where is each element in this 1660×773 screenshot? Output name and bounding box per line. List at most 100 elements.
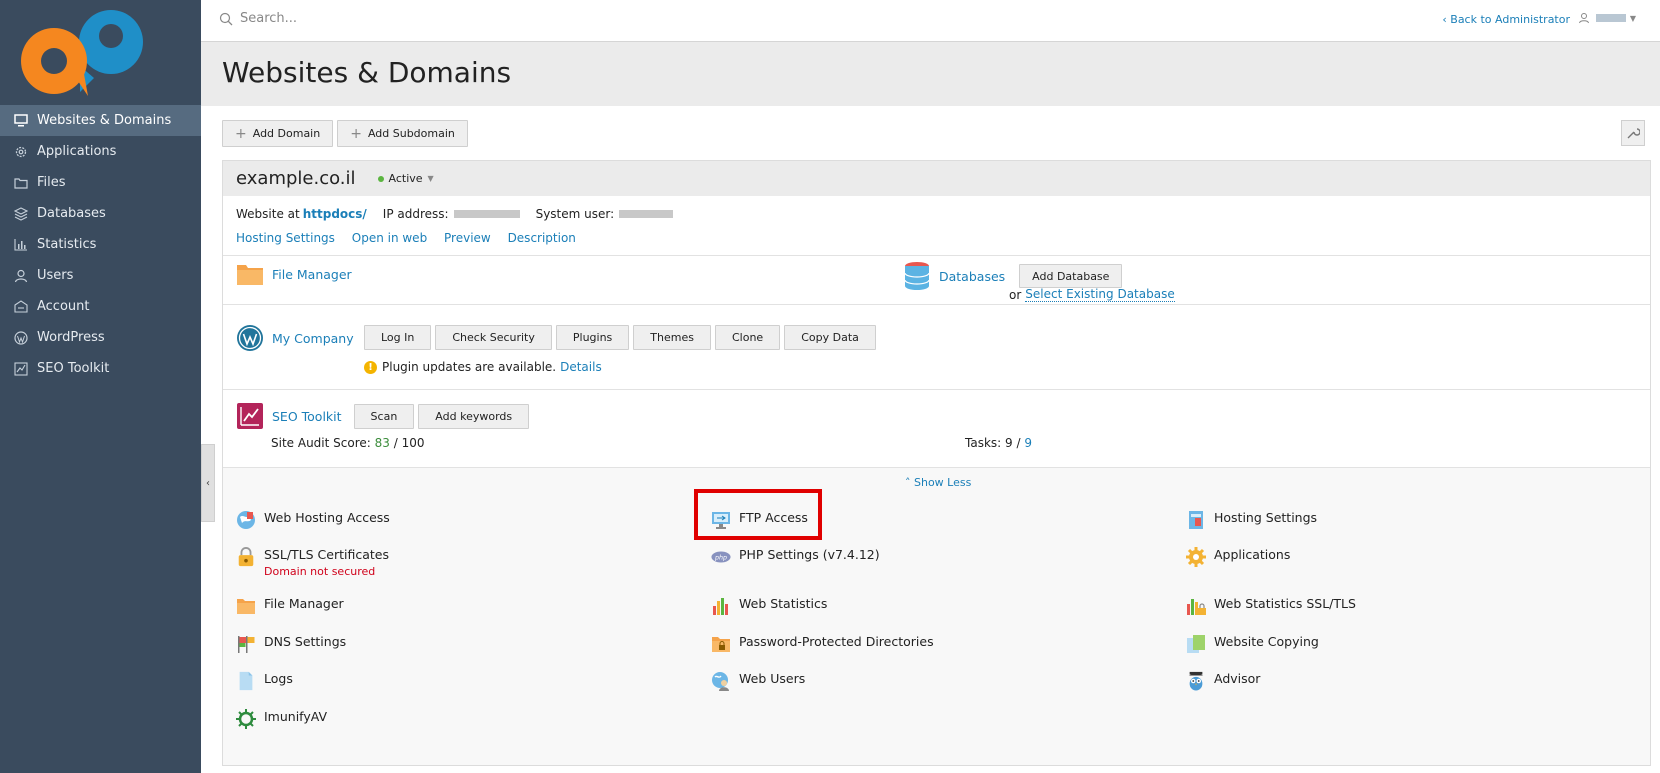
- item-label: ImunifyAV: [264, 709, 328, 724]
- page-title: Websites & Domains: [222, 56, 512, 89]
- top-bar: Search... ‹ Back to Administrator ▼: [201, 0, 1660, 42]
- chevron-left-icon: ‹: [206, 477, 210, 489]
- database-icon: [904, 262, 930, 290]
- sidebar-item-seo-toolkit[interactable]: SEO Toolkit: [0, 353, 201, 384]
- applications-item[interactable]: Applications: [1186, 547, 1290, 567]
- lock-icon: [238, 547, 254, 567]
- ip-address-label: IP address:: [382, 207, 449, 221]
- search-input[interactable]: Search...: [240, 11, 297, 26]
- more-tools-panel: ˄ Show Less Web Hosting Access SSL/TLS C…: [223, 467, 1650, 765]
- wordpress-site-row: My Company: [236, 324, 354, 352]
- wordpress-site-link[interactable]: My Company: [272, 331, 354, 346]
- plus-icon: +: [350, 125, 362, 142]
- site-audit-label: Site Audit Score:: [271, 436, 371, 450]
- web-users-item[interactable]: Web Users: [711, 671, 805, 691]
- folder-icon: [13, 175, 28, 190]
- sidebar-item-label: Users: [37, 268, 74, 283]
- file-manager-tool[interactable]: File Manager: [236, 262, 352, 286]
- description-link[interactable]: Description: [508, 231, 576, 245]
- web-statistics-ssl-item[interactable]: Web Statistics SSL/TLS: [1186, 596, 1356, 616]
- advisor-item[interactable]: Advisor: [1186, 671, 1260, 691]
- wordpress-login-button[interactable]: Log In: [364, 325, 432, 350]
- preview-link[interactable]: Preview: [444, 231, 491, 245]
- add-database-button[interactable]: Add Database: [1019, 264, 1123, 288]
- status-dot-icon: [377, 175, 384, 182]
- seo-toolkit-icon: [237, 403, 263, 429]
- sidebar-item-websites-domains[interactable]: Websites & Domains: [0, 105, 201, 136]
- item-label: PHP Settings (v7.4.12): [739, 547, 880, 562]
- sidebar-item-account[interactable]: Account: [0, 291, 201, 322]
- seo-toolkit-link[interactable]: SEO Toolkit: [272, 409, 342, 424]
- item-label: Web Statistics: [739, 596, 828, 611]
- copy-icon: [1187, 635, 1205, 653]
- highlight-box: [694, 489, 822, 540]
- ssl-item-text: SSL/TLS Certificates Domain not secured: [264, 547, 389, 578]
- back-to-administrator-link[interactable]: ‹ Back to Administrator: [1442, 13, 1570, 26]
- chevron-down-icon: ▼: [427, 174, 434, 183]
- show-less-link[interactable]: ˄ Show Less: [905, 476, 971, 489]
- add-subdomain-button[interactable]: + Add Subdomain: [337, 120, 468, 147]
- settings-button[interactable]: [1621, 120, 1645, 146]
- website-copying-item[interactable]: Website Copying: [1186, 634, 1319, 654]
- web-statistics-item[interactable]: Web Statistics: [711, 596, 827, 616]
- item-label: Hosting Settings: [1214, 510, 1318, 525]
- item-label: Web Statistics SSL/TLS: [1214, 596, 1356, 611]
- search-box[interactable]: Search...: [219, 11, 297, 26]
- sidebar-item-applications[interactable]: Applications: [0, 136, 201, 167]
- web-hosting-access-item[interactable]: Web Hosting Access: [236, 510, 390, 530]
- plugins-button[interactable]: Plugins: [555, 325, 630, 350]
- select-existing-database-link[interactable]: Select Existing Database: [1025, 287, 1175, 302]
- system-user-label: System user:: [535, 207, 615, 221]
- logs-item[interactable]: Logs: [236, 671, 293, 691]
- monitor-icon: [13, 113, 28, 128]
- divider: [223, 389, 1650, 390]
- php-settings-item[interactable]: php PHP Settings (v7.4.12): [711, 547, 880, 567]
- sidebar-item-databases[interactable]: Databases: [0, 198, 201, 229]
- file-manager-item[interactable]: File Manager: [236, 596, 344, 616]
- sidebar-item-label: Files: [37, 175, 66, 190]
- sidebar-item-wordpress[interactable]: WordPress: [0, 322, 201, 353]
- page-header: Websites & Domains: [201, 42, 1660, 106]
- item-label: SSL/TLS Certificates: [264, 547, 389, 562]
- add-keywords-button[interactable]: Add keywords: [418, 403, 530, 429]
- status-dropdown[interactable]: Active ▼: [377, 172, 434, 185]
- add-domain-button[interactable]: + Add Domain: [222, 120, 334, 147]
- sidebar-item-statistics[interactable]: Statistics: [0, 229, 201, 260]
- tasks-total-link[interactable]: 9: [1024, 436, 1032, 450]
- user-icon: [1578, 13, 1589, 24]
- system-user-redacted: [619, 210, 674, 218]
- logo[interactable]: [14, 6, 154, 98]
- sidebar-item-users[interactable]: Users: [0, 260, 201, 291]
- file-manager-link[interactable]: File Manager: [272, 267, 352, 282]
- item-label: Password-Protected Directories: [739, 634, 934, 649]
- website-path-link[interactable]: httpdocs/: [303, 207, 367, 221]
- ssl-tls-certificates-item[interactable]: SSL/TLS Certificates Domain not secured: [236, 547, 389, 578]
- sidebar-collapse-button[interactable]: ‹: [201, 444, 215, 522]
- item-label: Applications: [1214, 547, 1291, 562]
- imunifyav-item[interactable]: ImunifyAV: [236, 709, 327, 729]
- check-security-button[interactable]: Check Security: [435, 325, 552, 350]
- sidebar-item-label: Account: [37, 299, 90, 314]
- databases-link[interactable]: Databases: [939, 269, 1005, 284]
- document-icon: [239, 671, 253, 691]
- toolbar: + Add Domain + Add Subdomain: [222, 120, 468, 147]
- website-at-label: Website at: [236, 207, 300, 221]
- clone-button[interactable]: Clone: [714, 325, 781, 350]
- user-menu[interactable]: ▼: [1578, 12, 1636, 24]
- open-in-web-link[interactable]: Open in web: [352, 231, 427, 245]
- password-protected-directories-item[interactable]: Password-Protected Directories: [711, 634, 934, 654]
- hosting-settings-link[interactable]: Hosting Settings: [236, 231, 335, 245]
- flags-icon: [238, 636, 255, 653]
- server-icon: [1189, 511, 1203, 529]
- sidebar-item-files[interactable]: Files: [0, 167, 201, 198]
- hosting-settings-item[interactable]: Hosting Settings: [1186, 510, 1317, 530]
- wordpress-icon: [237, 325, 263, 351]
- domain-card-header: example.co.il Active ▼: [223, 161, 1650, 196]
- status-badge: Active: [388, 172, 423, 185]
- themes-button[interactable]: Themes: [633, 325, 711, 350]
- dns-settings-item[interactable]: DNS Settings: [236, 634, 346, 654]
- details-link[interactable]: Details: [560, 360, 602, 374]
- copy-data-button[interactable]: Copy Data: [784, 325, 876, 350]
- scan-button[interactable]: Scan: [353, 403, 415, 429]
- locked-folder-icon: [712, 637, 730, 652]
